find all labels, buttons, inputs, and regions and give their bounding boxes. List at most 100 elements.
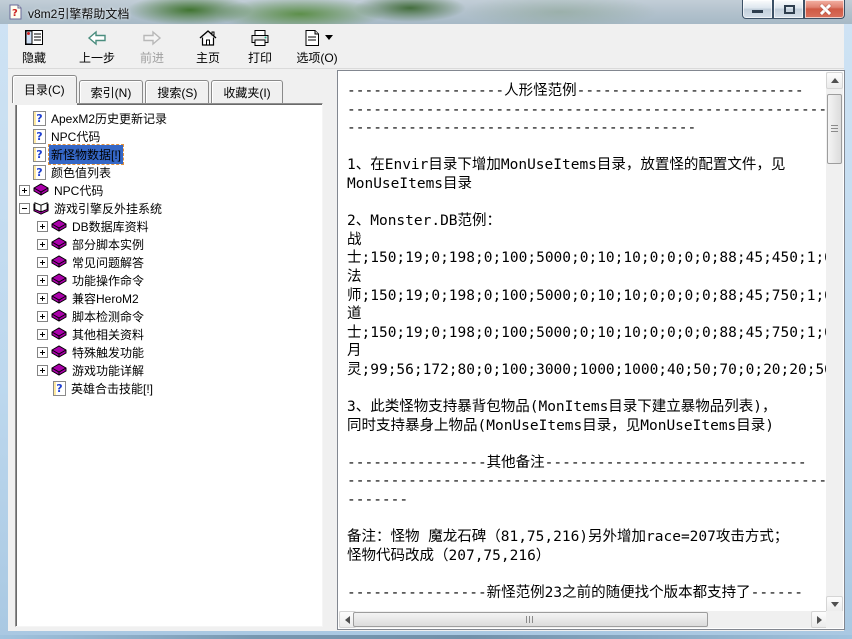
close-icon	[819, 4, 831, 15]
book-closed-icon	[51, 291, 67, 305]
expand-plus-icon[interactable]	[37, 311, 48, 322]
tree-item[interactable]: 游戏引擎反外挂系统	[16, 199, 322, 217]
help-topic-icon	[33, 147, 46, 162]
tree-item-label: 常见问题解答	[70, 253, 146, 272]
tab-contents[interactable]: 目录(C)	[12, 75, 77, 103]
book-closed-icon	[51, 309, 67, 323]
topic-text: ------------------人形怪范例-----------------…	[339, 72, 827, 612]
scroll-up-icon	[831, 78, 839, 83]
expand-plus-icon[interactable]	[37, 257, 48, 268]
expand-plus-icon[interactable]	[19, 185, 30, 196]
tree-item-label: DB数据库资料	[70, 217, 151, 236]
home-button[interactable]: 主页	[186, 26, 230, 67]
dropdown-caret-icon	[325, 35, 333, 40]
print-button[interactable]: 打印	[238, 26, 282, 67]
tree-item[interactable]: 其他相关资料	[16, 325, 322, 343]
expand-plus-icon[interactable]	[37, 293, 48, 304]
titlebar: ? v8m2引擎帮助文档	[0, 0, 852, 24]
tree-item[interactable]: NPC代码	[16, 181, 322, 199]
tree-item[interactable]: 功能操作命令	[16, 271, 322, 289]
tab-favorites-label: 收藏夹(I)	[223, 84, 270, 101]
tree-item[interactable]: DB数据库资料	[16, 217, 322, 235]
options-button-label: 选项(O)	[296, 49, 337, 66]
vertical-scrollbar[interactable]	[826, 72, 843, 613]
horizontal-scrollbar[interactable]	[339, 611, 828, 628]
tree-item-label: 脚本检测命令	[70, 307, 146, 326]
book-closed-icon	[51, 345, 67, 359]
book-closed-icon	[51, 363, 67, 377]
tab-search[interactable]: 搜索(S)	[145, 80, 209, 103]
tree-item[interactable]: 兼容HeroM2	[16, 289, 322, 307]
book-closed-icon	[33, 183, 49, 197]
tree-item[interactable]: 英雄合击技能[!]	[16, 379, 322, 397]
tab-favorites[interactable]: 收藏夹(I)	[211, 80, 282, 103]
tree-item-label: 新怪物数据[!]	[49, 145, 123, 164]
horizontal-scroll-thumb[interactable]	[353, 612, 708, 627]
nav-tabs: 目录(C) 索引(N) 搜索(S) 收藏夹(I)	[12, 75, 285, 103]
back-button[interactable]: 上一步	[70, 26, 124, 67]
scrollbar-corner	[826, 611, 843, 628]
expand-plus-icon[interactable]	[37, 329, 48, 340]
tree-item-label: 游戏引擎反外挂系统	[52, 199, 164, 218]
tab-search-label: 搜索(S)	[157, 84, 197, 101]
tree-item-label: 游戏功能详解	[70, 361, 146, 380]
print-button-label: 打印	[248, 49, 272, 66]
book-open-icon	[33, 201, 49, 215]
back-button-label: 上一步	[79, 49, 115, 66]
help-file-icon: ?	[7, 4, 23, 20]
hide-button[interactable]: 隐藏	[12, 26, 56, 67]
home-icon	[197, 28, 219, 48]
help-topic-icon	[53, 381, 66, 396]
help-topic-icon	[33, 111, 46, 126]
expand-plus-icon[interactable]	[37, 347, 48, 358]
forward-button[interactable]: 前进	[130, 26, 174, 67]
maximize-icon	[784, 5, 795, 14]
scroll-left-icon	[345, 616, 350, 624]
book-closed-icon	[51, 327, 67, 341]
tree-item[interactable]: 部分脚本实例	[16, 235, 322, 253]
expand-plus-icon[interactable]	[37, 275, 48, 286]
toolbar: 隐藏 上一步 前进	[8, 24, 844, 69]
help-topic-icon	[33, 165, 46, 180]
svg-text:?: ?	[12, 8, 18, 19]
help-viewer-window: ? v8m2引擎帮助文档	[0, 0, 852, 639]
tree-item-label: 兼容HeroM2	[70, 289, 141, 308]
tree-item-label: 其他相关资料	[70, 325, 146, 344]
tree-item-label: 功能操作命令	[70, 271, 146, 290]
tree-item[interactable]: 特殊触发功能	[16, 343, 322, 361]
close-button[interactable]	[804, 0, 845, 19]
tree-item-label: NPC代码	[52, 181, 105, 200]
collapse-minus-icon[interactable]	[19, 203, 30, 214]
options-button[interactable]: 选项(O)	[290, 26, 344, 67]
expand-plus-icon[interactable]	[37, 221, 48, 232]
tree-item[interactable]: ApexM2历史更新记录	[16, 109, 322, 127]
tree-item-selected[interactable]: 新怪物数据[!]	[16, 145, 322, 163]
book-closed-icon	[51, 255, 67, 269]
tree-item[interactable]: 脚本检测命令	[16, 307, 322, 325]
expand-plus-icon[interactable]	[37, 239, 48, 250]
help-topic-icon	[33, 129, 46, 144]
book-closed-icon	[51, 237, 67, 251]
scroll-up-button[interactable]	[826, 72, 843, 89]
tree-item[interactable]: NPC代码	[16, 127, 322, 145]
tree-item-label: 英雄合击技能[!]	[69, 379, 155, 398]
topic-content-pane: ------------------人形怪范例-----------------…	[337, 70, 845, 630]
client-area: 隐藏 上一步 前进	[8, 24, 844, 631]
tab-contents-label: 目录(C)	[24, 81, 65, 98]
hide-pane-icon	[23, 28, 45, 48]
contents-tree: ApexM2历史更新记录 NPC代码 新怪物数据[!] 颜色值列表 NP	[15, 103, 323, 627]
minimize-button[interactable]	[742, 0, 773, 19]
minimize-icon	[752, 10, 763, 13]
scroll-down-icon	[831, 602, 839, 607]
tab-index[interactable]: 索引(N)	[79, 80, 144, 103]
maximize-button[interactable]	[773, 0, 804, 19]
book-closed-icon	[51, 273, 67, 287]
expand-plus-icon[interactable]	[37, 365, 48, 376]
tree-item[interactable]: 常见问题解答	[16, 253, 322, 271]
tree-item[interactable]: 颜色值列表	[16, 163, 322, 181]
vertical-scroll-thumb[interactable]	[827, 94, 842, 164]
scroll-right-icon	[817, 616, 822, 624]
tree-item[interactable]: 游戏功能详解	[16, 361, 322, 379]
book-closed-icon	[51, 219, 67, 233]
tree-item-label: 部分脚本实例	[70, 235, 146, 254]
